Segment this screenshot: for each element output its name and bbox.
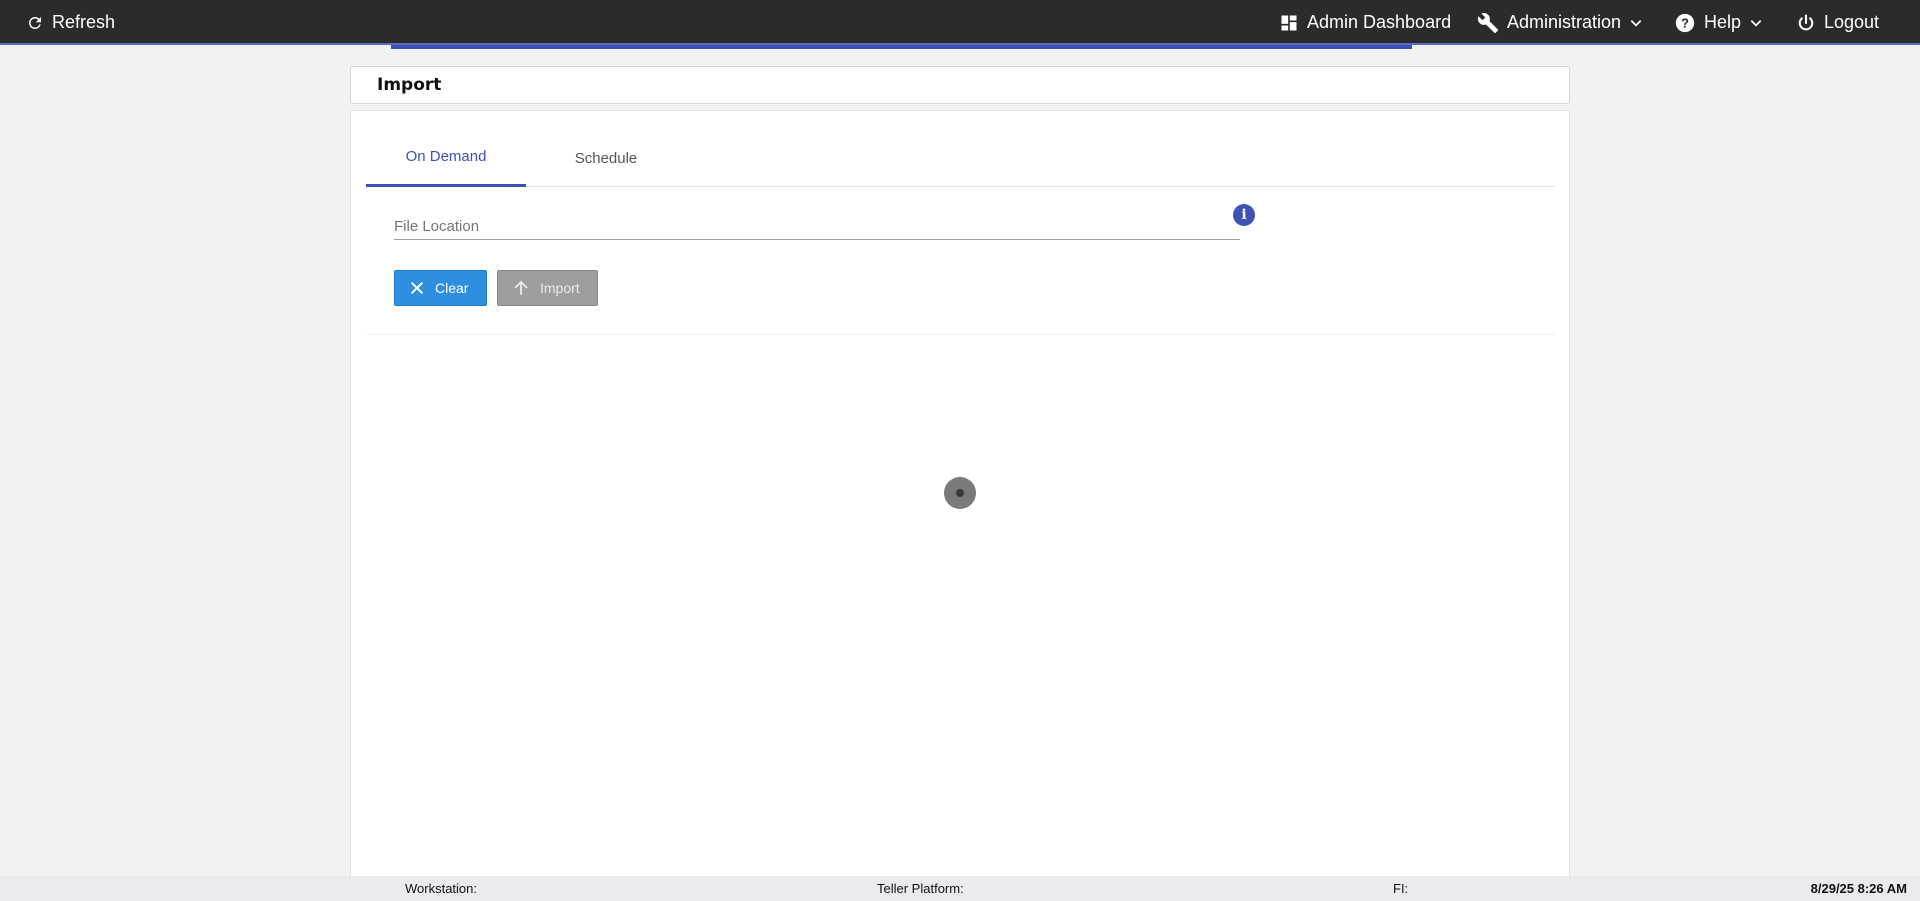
dashboard-icon <box>1281 15 1297 30</box>
administration-menu[interactable]: Administration <box>1477 0 1643 45</box>
clear-button[interactable]: Clear <box>394 270 487 306</box>
import-label: Import <box>540 280 580 296</box>
info-icon[interactable]: i <box>1233 204 1255 226</box>
wrench-icon <box>1477 12 1499 33</box>
admin-dashboard-link[interactable]: Admin Dashboard <box>1279 0 1451 45</box>
teller-platform-label: Teller Platform: <box>877 881 964 896</box>
loading-spinner <box>944 477 976 509</box>
administration-label: Administration <box>1507 12 1622 32</box>
tab-on-demand[interactable]: On Demand <box>366 129 526 187</box>
spinner-dot <box>956 489 964 497</box>
chevron-down-icon <box>1750 19 1762 27</box>
help-label: Help <box>1704 12 1742 32</box>
refresh-label: Refresh <box>52 12 116 32</box>
tab-bar: On Demand Schedule <box>366 129 1555 187</box>
fi-label: FI: <box>1393 881 1409 896</box>
refresh-button[interactable]: Refresh <box>26 0 115 45</box>
close-icon <box>410 281 424 295</box>
help-menu[interactable]: ? Help <box>1674 0 1763 45</box>
logout-button[interactable]: Logout <box>1796 0 1879 45</box>
file-location-field <box>394 203 1240 240</box>
workstation-label: Workstation: <box>405 881 478 896</box>
import-button[interactable]: Import <box>497 270 598 306</box>
datetime-label: 8/29/25 8:26 AM <box>1810 881 1907 896</box>
svg-text:?: ? <box>1681 15 1689 30</box>
help-icon: ? <box>1675 13 1695 32</box>
file-location-input[interactable] <box>394 203 1240 239</box>
clear-label: Clear <box>435 280 469 296</box>
arrow-up-icon <box>514 280 528 295</box>
refresh-icon <box>28 16 41 29</box>
progress-strip <box>391 45 1412 49</box>
chevron-down-icon <box>1630 19 1642 27</box>
tab-schedule[interactable]: Schedule <box>526 129 686 187</box>
admin-dashboard-label: Admin Dashboard <box>1307 12 1452 32</box>
divider <box>366 334 1555 335</box>
top-navigation-bar: Refresh Admin Dashboard Administration ?… <box>0 0 1920 45</box>
logout-label: Logout <box>1824 12 1880 32</box>
page-title: Import <box>377 75 442 95</box>
status-bar: Workstation: Teller Platform: FI: 8/29/2… <box>0 876 1920 901</box>
power-icon <box>1798 13 1814 30</box>
page-header: Import <box>350 66 1570 104</box>
